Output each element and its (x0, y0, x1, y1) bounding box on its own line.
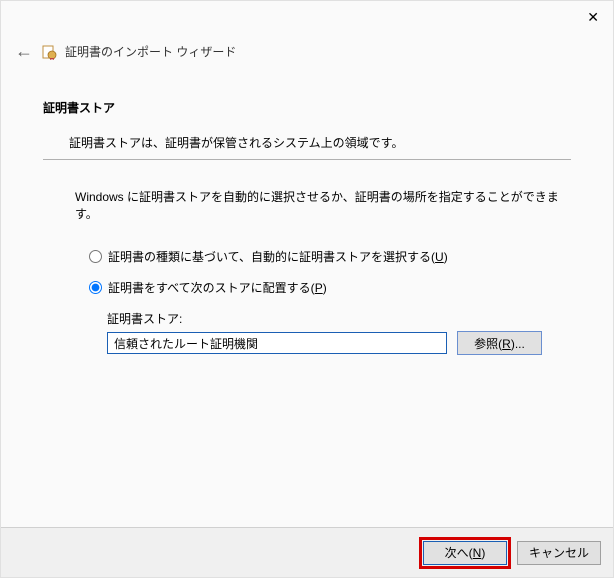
section-title: 証明書ストア (43, 99, 571, 116)
content-area: 証明書ストア 証明書ストアは、証明書が保管されるシステム上の領域です。 Wind… (43, 99, 571, 355)
section-description: 証明書ストアは、証明書が保管されるシステム上の領域です。 (69, 134, 571, 151)
next-button-highlight: 次へ(N) (419, 537, 511, 569)
close-button[interactable]: ✕ (587, 9, 599, 26)
cancel-button[interactable]: キャンセル (517, 541, 601, 565)
manual-select-label[interactable]: 証明書をすべて次のストアに配置する(P) (108, 279, 327, 296)
instruction-text: Windows に証明書ストアを自動的に選択させるか、証明書の場所を指定すること… (75, 188, 571, 222)
browse-button[interactable]: 参照(R)... (457, 331, 542, 355)
auto-select-radio[interactable] (89, 250, 102, 263)
certificate-icon (41, 44, 57, 60)
wizard-title: 証明書のインポート ウィザード (65, 43, 236, 60)
radio-row-auto: 証明書の種類に基づいて、自動的に証明書ストアを選択する(U) (89, 248, 571, 265)
manual-select-radio[interactable] (89, 281, 102, 294)
wizard-footer: 次へ(N) キャンセル (1, 527, 613, 577)
store-selection-radio-group: 証明書の種類に基づいて、自動的に証明書ストアを選択する(U) 証明書をすべて次の… (89, 248, 571, 296)
auto-select-label[interactable]: 証明書の種類に基づいて、自動的に証明書ストアを選択する(U) (108, 248, 448, 265)
divider (43, 159, 571, 160)
certificate-store-input[interactable] (107, 332, 447, 354)
store-field-label: 証明書ストア: (107, 310, 571, 327)
next-button[interactable]: 次へ(N) (423, 541, 507, 565)
wizard-header: ← 証明書のインポート ウィザード (15, 41, 236, 62)
store-row: 参照(R)... (107, 331, 571, 355)
store-subsection: 証明書ストア: 参照(R)... (107, 310, 571, 355)
radio-row-manual: 証明書をすべて次のストアに配置する(P) (89, 279, 571, 296)
back-button[interactable]: ← (15, 41, 33, 62)
